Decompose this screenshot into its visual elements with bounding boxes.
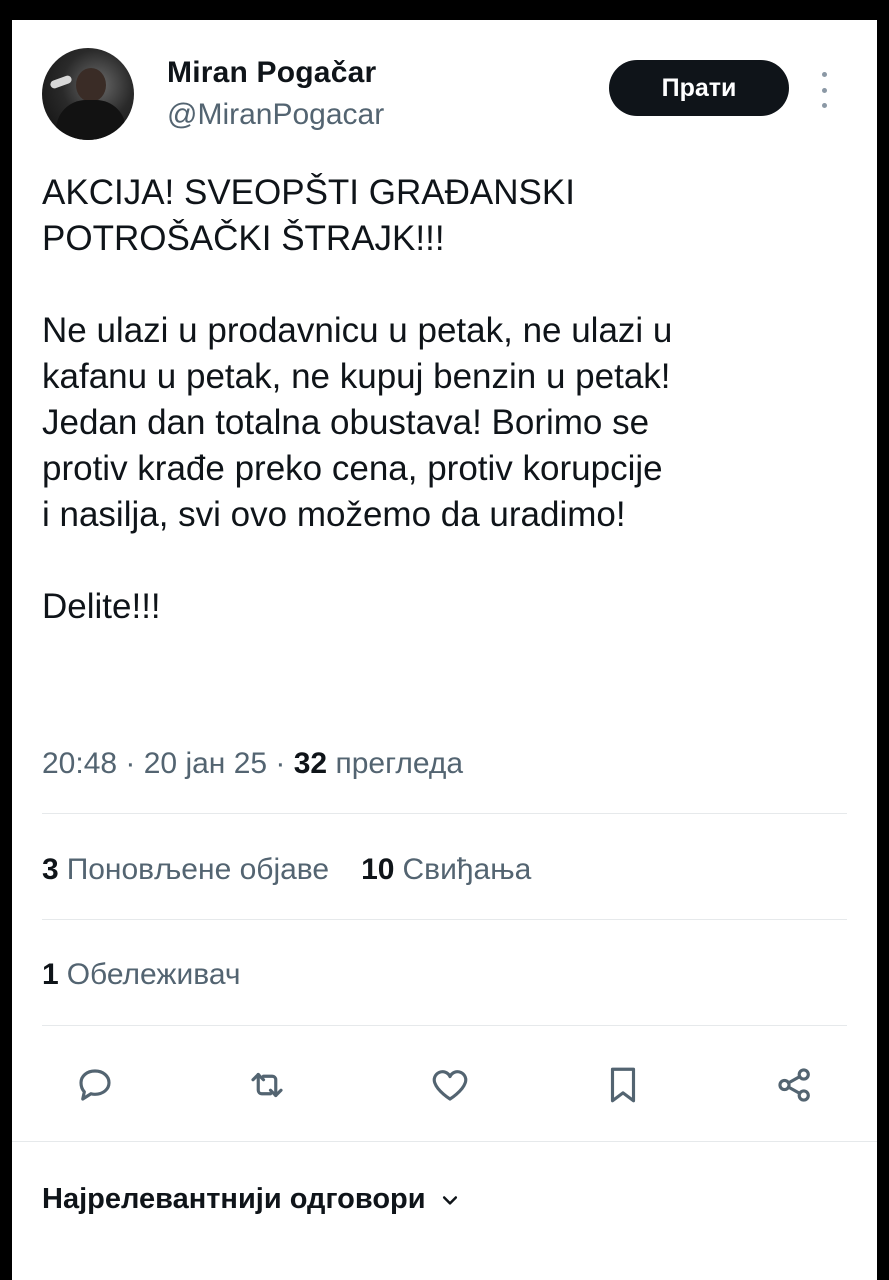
tweet-time[interactable]: 20:48 — [42, 747, 117, 780]
like-icon — [432, 1070, 468, 1101]
repost-button[interactable] — [242, 1060, 292, 1110]
author-handle[interactable]: @MiranPogacar — [167, 98, 384, 132]
divider — [42, 813, 847, 814]
avatar-light — [49, 74, 73, 90]
follow-button[interactable]: Прати — [609, 60, 789, 116]
likes-stat[interactable]: 10 Свиђања — [361, 853, 531, 887]
tweet-line: Delite!!! — [42, 587, 161, 626]
bookmarks-stat[interactable]: 1 Обележивач — [42, 958, 241, 992]
likes-count: 10 — [361, 853, 395, 886]
tweet-date[interactable]: 20 јан 25 — [144, 747, 267, 780]
author-name[interactable]: Miran Pogačar — [167, 56, 376, 90]
bookmark-icon — [610, 1067, 636, 1103]
like-button[interactable] — [425, 1060, 475, 1110]
views-count: 32 — [293, 747, 328, 780]
share-icon — [778, 1068, 810, 1102]
tweet-line: kafanu u petak, ne kupuj benzin u petak! — [42, 357, 671, 396]
bookmark-button[interactable] — [598, 1060, 648, 1110]
bookmarks-count: 1 — [42, 958, 59, 991]
reposts-label: Поновљене објаве — [66, 853, 330, 886]
meta-separator: · — [117, 747, 144, 780]
divider — [12, 1141, 877, 1142]
tweet-line: POTROŠAČKI ŠTRAJK!!! — [42, 219, 445, 258]
share-button[interactable] — [770, 1060, 820, 1110]
avatar-body — [56, 100, 126, 140]
tweet-meta: 20:48 · 20 јан 25 · 32 прегледа — [42, 747, 463, 781]
bookmarks-label: Обележивач — [66, 958, 241, 991]
views-label: прегледа — [335, 747, 464, 780]
replies-sort-label: Најрелевантнији одговори — [42, 1183, 426, 1215]
more-vertical-icon[interactable] — [818, 72, 830, 108]
likes-label: Свиђања — [402, 853, 532, 886]
tweet-text: AKCIJA! SVEOPŠTI GRAĐANSKI POTROŠAČKI ŠT… — [42, 170, 857, 630]
reposts-count: 3 — [42, 853, 59, 886]
tweet-line: Ne ulazi u prodavnicu u petak, ne ulazi … — [42, 311, 673, 350]
tweet-line: i nasilja, svi ovo možemo da uradimo! — [42, 495, 626, 534]
divider — [42, 919, 847, 920]
engagement-stats: 3 Поновљене објаве 10 Свиђања — [42, 853, 531, 887]
avatar-head — [76, 68, 106, 102]
tweet-card: Miran Pogačar @MiranPogacar Прати AKCIJA… — [12, 20, 877, 1280]
reposts-stat[interactable]: 3 Поновљене објаве — [42, 853, 329, 887]
repost-icon — [251, 1072, 283, 1098]
replies-sort-dropdown[interactable]: Најрелевантнији одговори — [42, 1183, 460, 1216]
reply-icon — [79, 1069, 111, 1101]
divider — [42, 1025, 847, 1026]
avatar[interactable] — [42, 48, 134, 140]
tweet-line: AKCIJA! SVEOPŠTI GRAĐANSKI — [42, 173, 575, 212]
meta-separator: · — [267, 747, 294, 780]
tweet-line: protiv krađe preko cena, protiv korupcij… — [42, 449, 663, 488]
action-bar — [70, 1060, 820, 1110]
chevron-down-icon — [442, 1195, 457, 1205]
reply-button[interactable] — [70, 1060, 120, 1110]
tweet-line: Jedan dan totalna obustava! Borimo se — [42, 403, 650, 442]
